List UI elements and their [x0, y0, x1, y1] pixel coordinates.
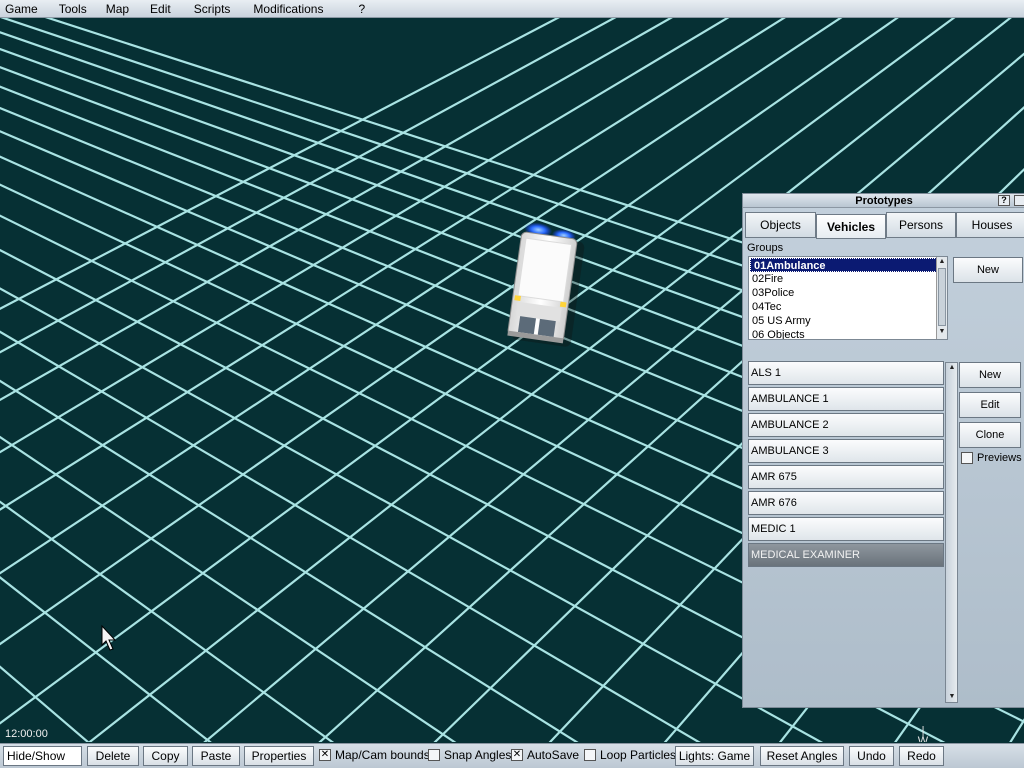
groups-label: Groups	[747, 242, 784, 254]
bottom-toolbar: Hide/Show Delete Copy Paste Properties ✕…	[0, 743, 1024, 768]
grid-line	[0, 435, 457, 742]
undo-button[interactable]: Undo	[849, 746, 894, 766]
groups-scrollbar[interactable]: ▲ ▼	[936, 257, 947, 339]
panel-title: Prototypes	[855, 195, 913, 207]
group-item-01ambulance[interactable]: 01Ambulance	[750, 258, 945, 272]
new-prototype-button[interactable]: New	[959, 362, 1021, 388]
prototype-item-als-1[interactable]: ALS 1	[748, 361, 944, 385]
previews-checkbox[interactable]	[961, 452, 973, 464]
edit-prototype-button[interactable]: Edit	[959, 392, 1021, 418]
scroll-up-arrow-icon[interactable]: ▲	[947, 363, 957, 373]
copy-button[interactable]: Copy	[143, 746, 188, 766]
scroll-up-arrow-icon[interactable]: ▲	[937, 257, 947, 267]
snap-angles-label: Snap Angles	[444, 748, 512, 762]
map-cam-bounds-toggle[interactable]: ✕ Map/Cam bounds	[319, 748, 430, 762]
autosave-checkbox[interactable]: ✕	[511, 749, 523, 761]
tab-houses[interactable]: Houses	[956, 212, 1024, 238]
panel-title-bar[interactable]: Prototypes ?	[743, 194, 1024, 208]
properties-button[interactable]: Properties	[244, 746, 314, 766]
lights-button[interactable]: Lights: Game	[675, 746, 754, 766]
prototype-item-ambulance-3[interactable]: AMBULANCE 3	[748, 439, 944, 463]
grid-line	[0, 379, 579, 742]
prototype-item-amr-675[interactable]: AMR 675	[748, 465, 944, 489]
reset-angles-button[interactable]: Reset Angles	[760, 746, 844, 766]
snap-angles-checkbox[interactable]	[428, 749, 440, 761]
grid-line	[0, 665, 90, 742]
redo-button[interactable]: Redo	[899, 746, 944, 766]
ambulance-vehicle[interactable]	[507, 221, 587, 348]
prototype-item-ambulance-2[interactable]: AMBULANCE 2	[748, 413, 944, 437]
group-item-05-us-army[interactable]: 05 US Army	[749, 314, 947, 328]
paste-button[interactable]: Paste	[192, 746, 240, 766]
game-clock: 12:00:00	[5, 728, 48, 740]
close-button[interactable]	[1014, 195, 1024, 206]
autosave-toggle[interactable]: ✕ AutoSave	[511, 748, 579, 762]
prototype-item-amr-676[interactable]: AMR 676	[748, 491, 944, 515]
prototype-item-medic-1[interactable]: MEDIC 1	[748, 517, 944, 541]
group-item-03police[interactable]: 03Police	[749, 286, 947, 300]
loop-particles-checkbox[interactable]	[584, 749, 596, 761]
menu-tools[interactable]: Tools	[47, 0, 96, 18]
prototypes-panel: Prototypes ? Objects Vehicles Persons Ho…	[742, 193, 1024, 708]
loop-particles-label: Loop Particles	[600, 748, 677, 762]
menu-map[interactable]: Map	[96, 0, 138, 18]
scroll-thumb[interactable]	[938, 268, 946, 326]
clone-prototype-button[interactable]: Clone	[959, 422, 1021, 448]
new-group-button[interactable]: New	[953, 257, 1023, 283]
tab-vehicles[interactable]: Vehicles	[816, 214, 886, 239]
delete-button[interactable]: Delete	[87, 746, 139, 766]
map-cam-bounds-checkbox[interactable]: ✕	[319, 749, 331, 761]
prototypes-scrollbar[interactable]: ▲ ▼	[945, 362, 958, 703]
map-cam-bounds-label: Map/Cam bounds	[335, 748, 430, 762]
menu-game[interactable]: Game	[0, 0, 47, 18]
prototype-item-medical-examiner[interactable]: MEDICAL EXAMINER	[748, 543, 944, 567]
prototype-item-ambulance-1[interactable]: AMBULANCE 1	[748, 387, 944, 411]
group-item-04tec[interactable]: 04Tec	[749, 300, 947, 314]
scroll-down-arrow-icon[interactable]: ▼	[947, 692, 957, 702]
loop-particles-toggle[interactable]: Loop Particles	[584, 748, 676, 762]
menu-modifications[interactable]: Modifications	[239, 0, 332, 18]
tab-objects[interactable]: Objects	[745, 212, 816, 238]
group-item-02fire[interactable]: 02Fire	[749, 272, 947, 286]
menu-scripts[interactable]: Scripts	[180, 0, 240, 18]
previews-toggle[interactable]: Previews	[961, 452, 1022, 464]
group-item-06-objects[interactable]: 06 Objects	[749, 328, 947, 339]
help-button[interactable]: ?	[998, 195, 1010, 206]
groups-list[interactable]: 01Ambulance 02Fire 03Police 04Tec 05 US …	[748, 256, 948, 340]
scroll-down-arrow-icon[interactable]: ▼	[937, 327, 947, 337]
snap-angles-toggle[interactable]: Snap Angles	[428, 748, 511, 762]
autosave-label: AutoSave	[527, 748, 580, 762]
menu-bar: Game Tools Map Edit Scripts Modification…	[0, 0, 1024, 18]
previews-label: Previews	[977, 452, 1022, 464]
tab-persons[interactable]: Persons	[886, 212, 956, 238]
menu-help[interactable]: ?	[332, 0, 374, 18]
compass-indicator: | W	[917, 725, 929, 743]
menu-edit[interactable]: Edit	[138, 0, 180, 18]
hide-show-field[interactable]: Hide/Show	[3, 746, 82, 766]
